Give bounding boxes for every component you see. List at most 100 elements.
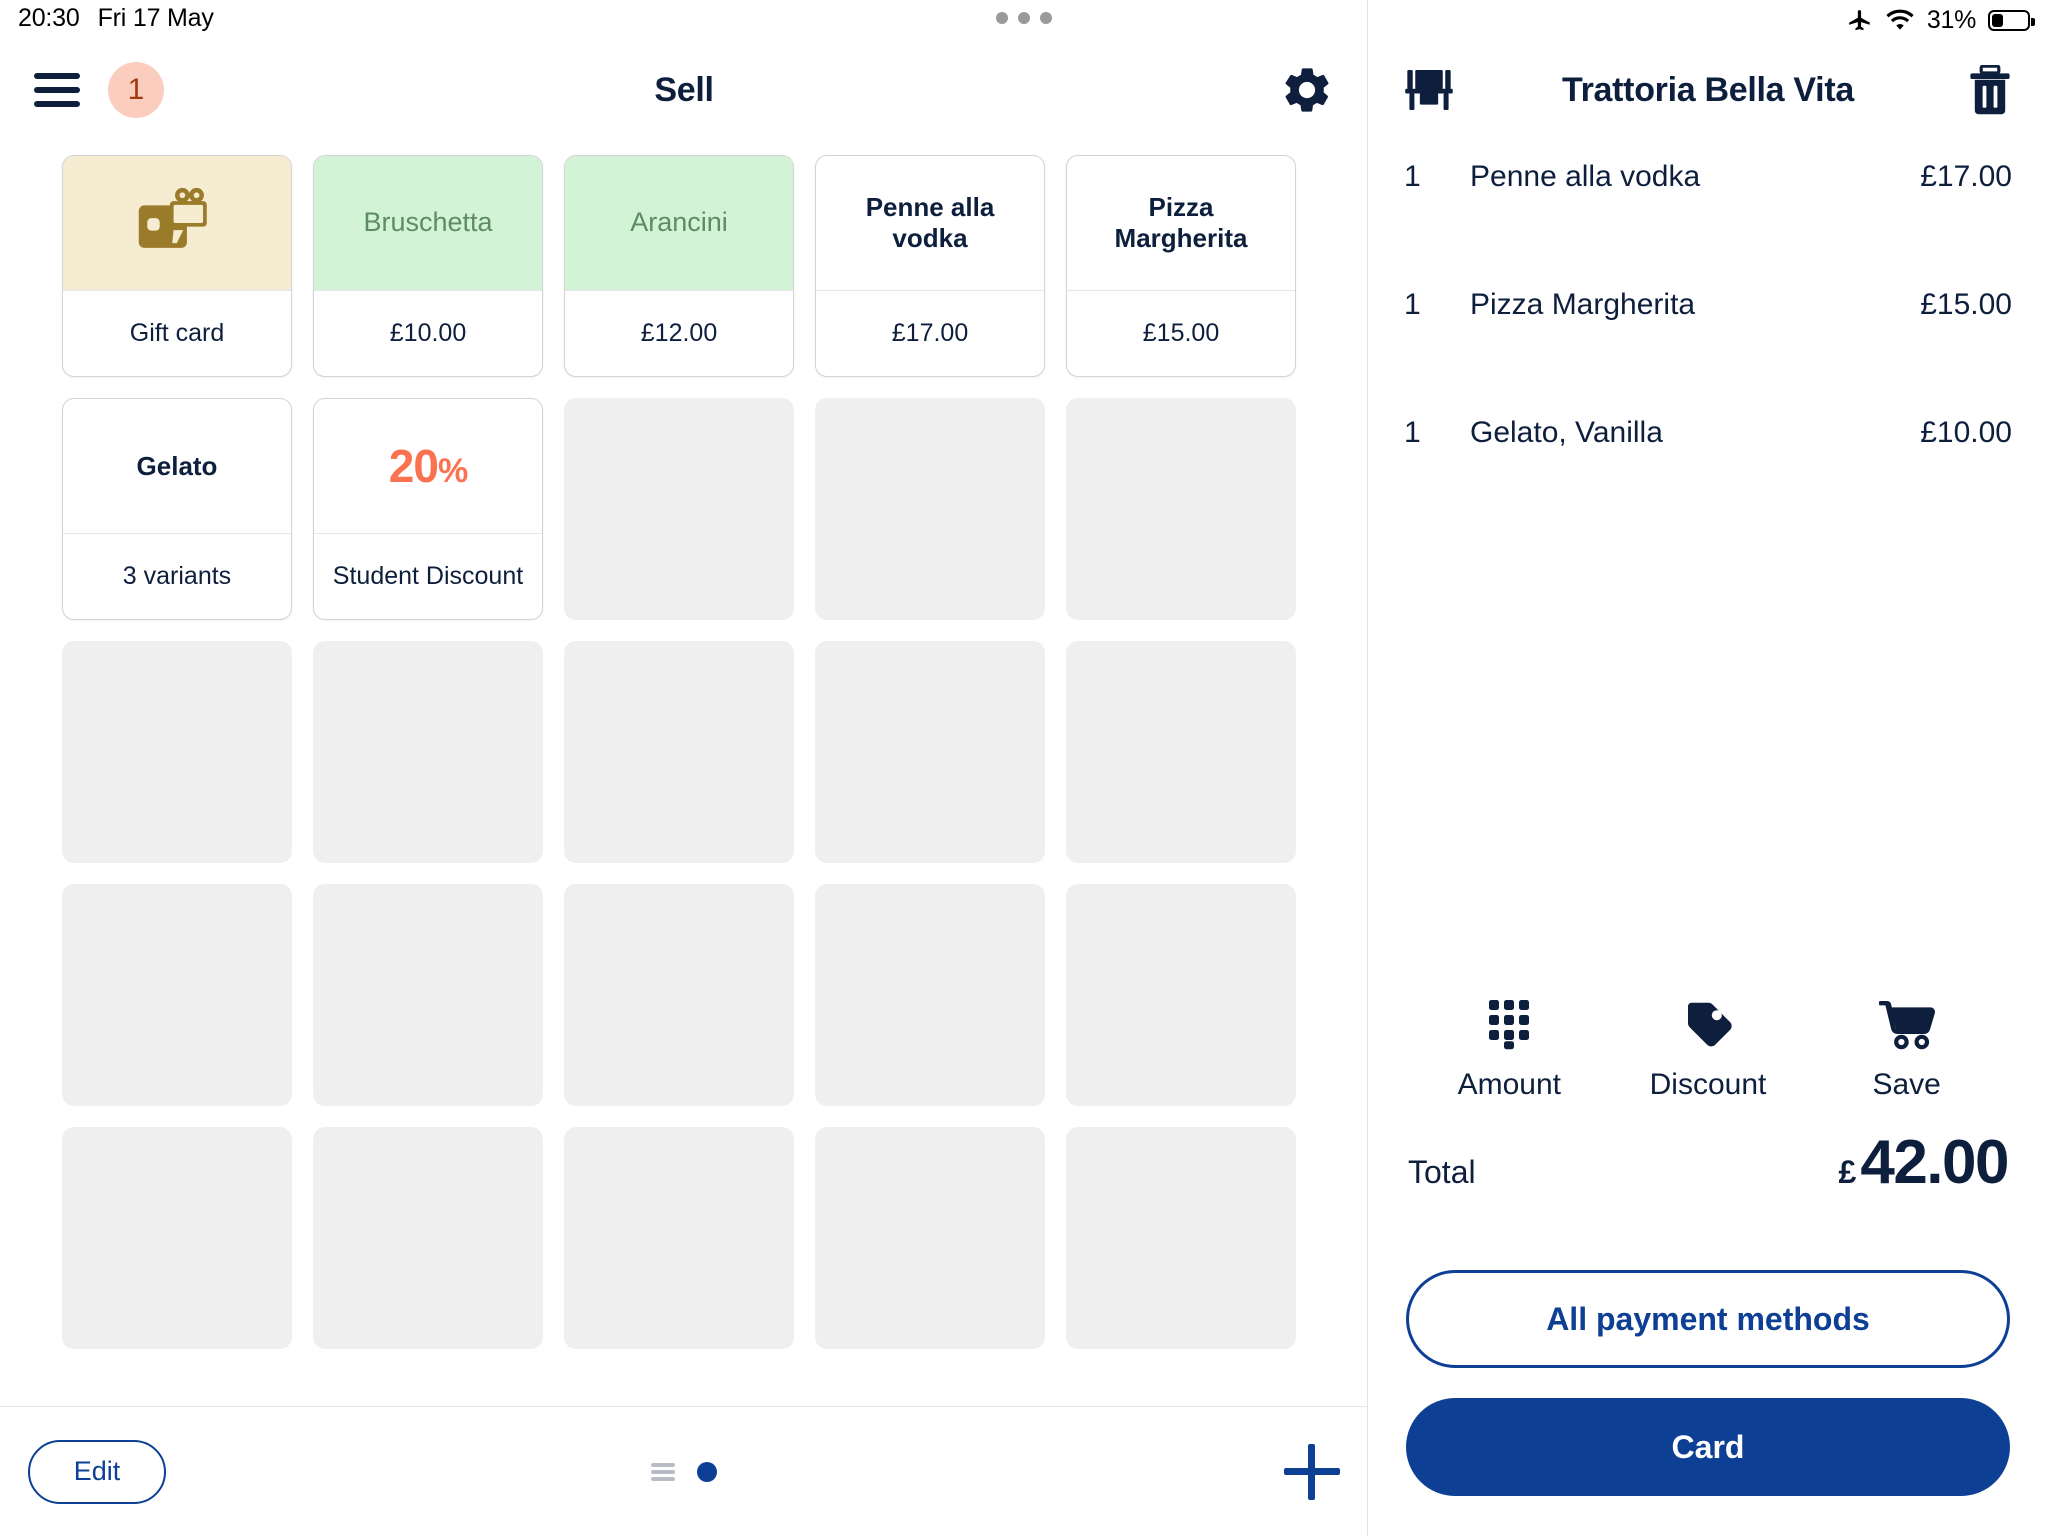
battery-fill [1992,14,2004,27]
wifi-icon [1886,9,1914,30]
cart-item-qty: 1 [1404,160,1421,193]
amount-label: Amount [1457,1068,1562,1101]
gift-card-icon [135,187,219,260]
empty-tile[interactable] [62,1127,292,1349]
empty-tile[interactable] [564,398,794,620]
product-tile-subtext: 3 variants [63,533,291,619]
battery-icon [1988,10,2035,31]
status-date: Fri 17 May [97,4,214,32]
cart-item-row[interactable]: 1 Gelato, Vanilla £10.00 [1404,416,2012,544]
edit-button[interactable]: Edit [28,1439,166,1504]
all-payment-methods-button[interactable]: All payment methods [1406,1270,2010,1368]
pos-screen: 20:30 Fri 17 May 31% 1 Sell Gift card Br… [0,0,2048,1536]
cart-item-qty: 1 [1404,288,1421,321]
empty-tile[interactable] [1066,641,1296,863]
cart-title: Trattoria Bella Vita [1562,70,1854,109]
dot [1040,12,1052,24]
product-tile[interactable]: 20% Student Discount [313,398,543,620]
product-tile-top: Arancini [565,156,793,290]
dot [996,12,1008,24]
product-tile-subtext: £10.00 [314,290,542,376]
status-bar-right: 31% [1847,6,2035,35]
product-tile[interactable]: Bruschetta £10.00 [313,155,543,377]
empty-tile[interactable] [62,641,292,863]
cart-item-name: Pizza Margherita [1470,288,1696,321]
list-line [651,1469,675,1474]
shopping-cart-icon [1878,998,1935,1050]
cart-header: Trattoria Bella Vita [1368,40,2048,140]
product-tile-name: Arancini [630,207,728,238]
percent-symbol: % [437,452,468,490]
empty-tile[interactable] [313,1127,543,1349]
product-tile[interactable]: Gift card [62,155,292,377]
discount-number: 20 [388,440,439,492]
empty-tile[interactable] [564,884,794,1106]
empty-tile[interactable] [1066,1127,1296,1349]
payment-buttons: All payment methods Card [1368,1270,2048,1496]
product-tile-subtext: £12.00 [565,290,793,376]
page-indicator [651,1461,717,1482]
product-tile-name: Bruschetta [363,207,493,238]
discount-button[interactable]: Discount [1618,998,1798,1102]
cart-actions: Amount Discount Save [1368,998,2048,1102]
product-tile-name: Penne alla vodka [865,192,995,253]
empty-tile[interactable] [815,398,1045,620]
battery-percent: 31% [1926,6,1976,34]
save-button[interactable]: Save [1817,998,1997,1102]
page-indicator-dot[interactable] [697,1461,717,1482]
keypad-icon [1487,998,1531,1050]
empty-tile[interactable] [815,884,1045,1106]
empty-tile[interactable] [313,884,543,1106]
plus-icon[interactable] [1284,1443,1340,1500]
product-tile[interactable]: Gelato 3 variants [62,398,292,620]
multitasking-dots-icon[interactable] [996,12,1052,24]
empty-tile[interactable] [815,1127,1045,1349]
sell-pane: 1 Sell Gift card Bruschetta £10.00 Arancini… [0,0,1368,1536]
total-value: 42.00 [1860,1128,2009,1197]
cart-item-price: £10.00 [1920,416,2012,449]
cart-glyph [1878,1001,1935,1050]
product-tile-subtext: £15.00 [1067,290,1295,376]
cart-item-price: £15.00 [1920,288,2012,321]
cart-item-row[interactable]: 1 Pizza Margherita £15.00 [1404,288,2012,416]
product-tile-subtext: Gift card [63,290,291,376]
status-bar-left: 20:30 Fri 17 May [18,4,214,33]
product-tile-top: Pizza Margherita [1067,156,1295,290]
list-line [651,1462,675,1467]
cart-item-row[interactable]: 1 Penne alla vodka £17.00 [1404,160,2012,288]
product-tile[interactable]: Arancini £12.00 [564,155,794,377]
cart-item-qty: 1 [1404,416,1421,449]
empty-tile[interactable] [313,641,543,863]
empty-tile[interactable] [564,1127,794,1349]
total-label: Total [1408,1154,1476,1190]
card-button[interactable]: Card [1406,1398,2010,1496]
product-tile[interactable]: Pizza Margherita £15.00 [1066,155,1296,377]
discount-percent: 20% [388,439,468,493]
empty-tile[interactable] [62,884,292,1106]
cart-item-name: Penne alla vodka [1470,160,1701,193]
sell-toolbar: 1 Sell [0,40,1368,140]
list-view-icon[interactable] [651,1462,675,1481]
total-amount: £ 42.00 [1839,1127,2010,1198]
empty-tile[interactable] [815,641,1045,863]
gift-card-glyph [138,187,207,248]
product-tile-top: Bruschetta [314,156,542,290]
empty-tile[interactable] [564,641,794,863]
amount-button[interactable]: Amount [1419,998,1599,1102]
product-tile-top [63,156,291,290]
cart-item-price: £17.00 [1920,160,2012,193]
product-grid: Gift card Bruschetta £10.00 Arancini £12.00 P… [62,155,1312,1349]
airplane-icon [1849,9,1870,30]
cart-item-name: Gelato, Vanilla [1470,416,1663,449]
status-bar: 20:30 Fri 17 May 31% [0,0,2048,40]
product-tile-name: Gelato [136,450,218,481]
empty-tile[interactable] [1066,398,1296,620]
total-row: Total £ 42.00 [1368,1127,2048,1198]
sell-bottom-bar: Edit [0,1406,1368,1536]
gear-glyph [1285,68,1329,112]
gear-icon[interactable] [1280,63,1334,117]
product-tile-subtext: Student Discount [314,533,542,619]
trash-icon[interactable] [1968,64,2012,115]
product-tile[interactable]: Penne alla vodka £17.00 [815,155,1045,377]
empty-tile[interactable] [1066,884,1296,1106]
